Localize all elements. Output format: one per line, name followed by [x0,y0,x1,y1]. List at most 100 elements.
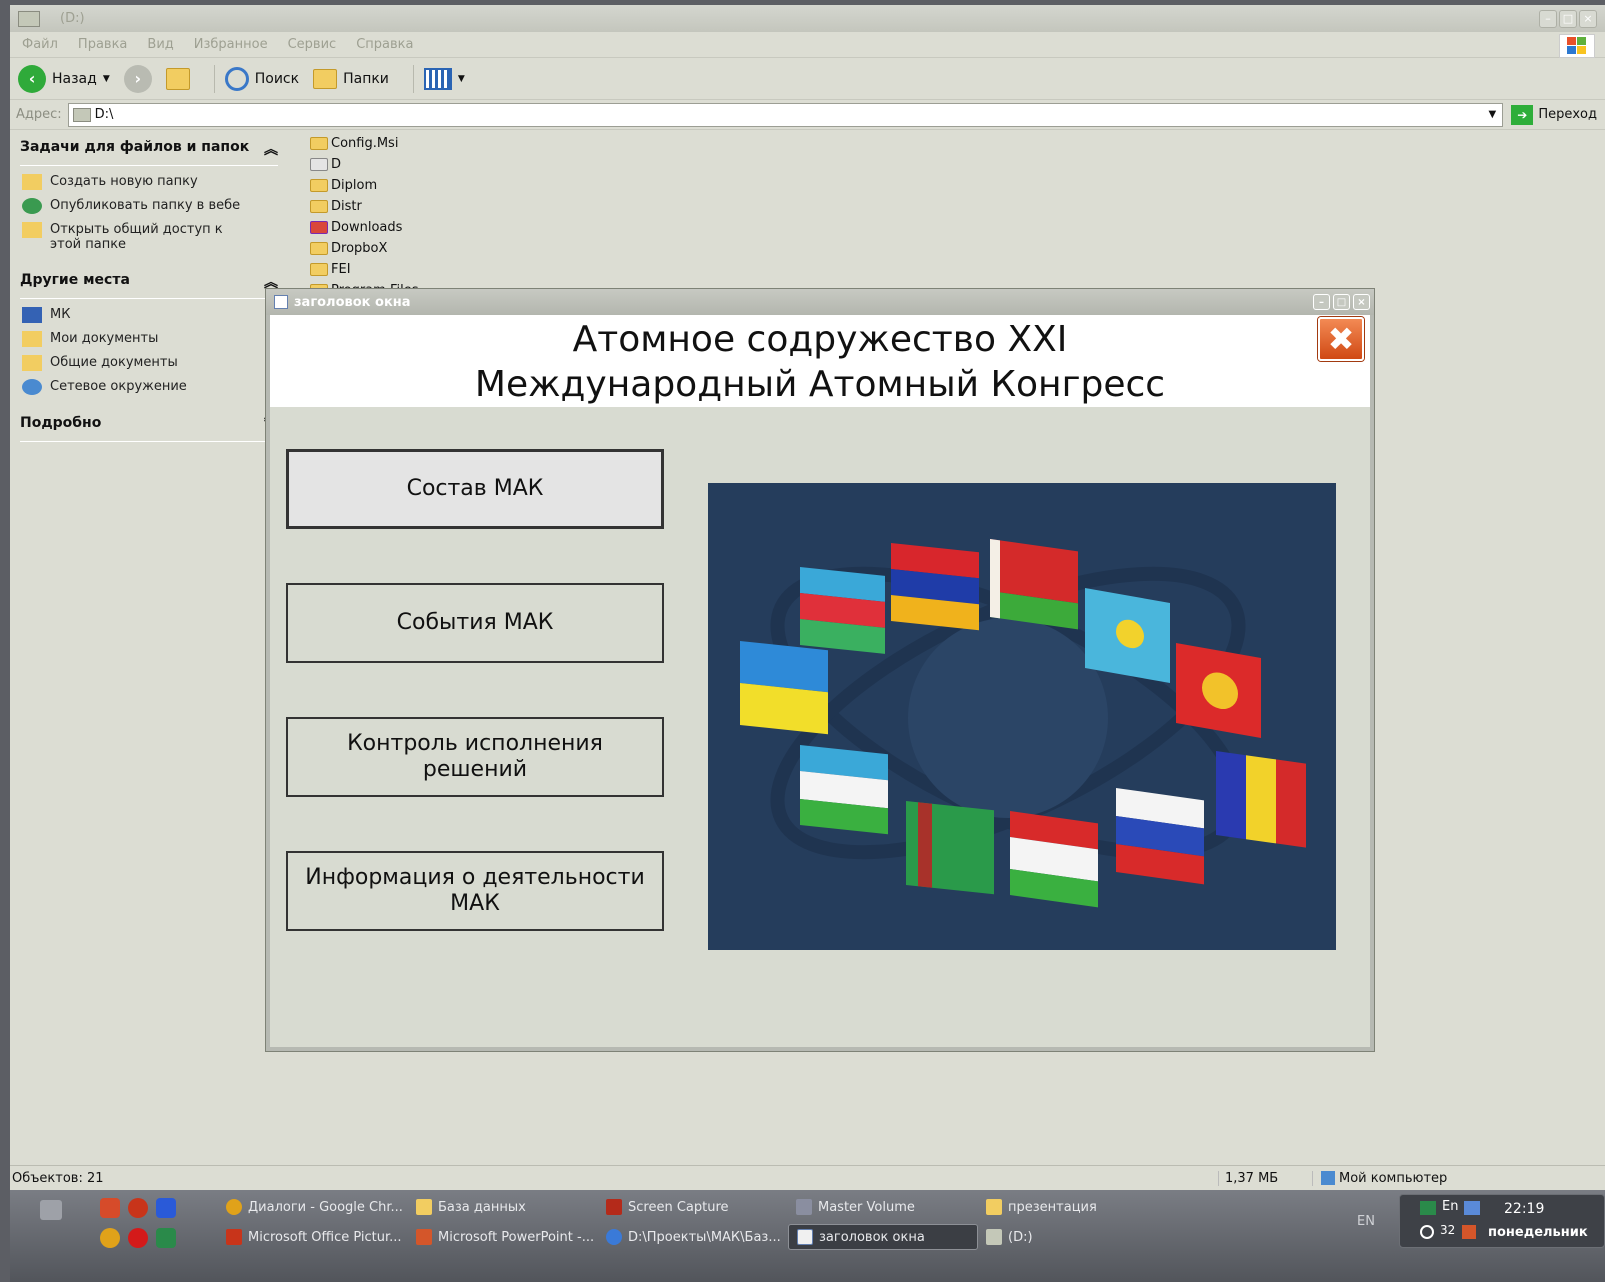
folder-icon [310,137,328,150]
list-item[interactable]: Downloads [310,217,610,238]
taskbar-button-database-folder[interactable]: База данных [408,1194,598,1220]
menu-favorites[interactable]: Избранное [194,37,268,52]
system-tray: En 32 22:19 понедельник [1399,1194,1605,1248]
events-button[interactable]: События МАК [286,583,664,663]
maximize-icon[interactable]: □ [1333,294,1350,310]
details-header[interactable]: Подробно︾ [20,415,278,442]
language-indicator[interactable]: EN [1357,1214,1375,1229]
chevron-down-icon[interactable]: ▼ [103,74,110,84]
close-icon[interactable]: × [1579,9,1597,28]
place-label: Сетевое окружение [50,379,187,394]
up-folder-button[interactable] [165,67,190,90]
ie-icon [606,1229,622,1245]
tasks-header[interactable]: Задачи для файлов и папок ︽ [20,139,278,166]
members-button[interactable]: Состав МАК [286,449,664,529]
chevron-up-icon[interactable]: ︽ [264,139,278,159]
task-publish-web[interactable]: Опубликовать папку в вебе [22,198,278,214]
list-item[interactable]: Distr [310,196,610,217]
tasks-header-label: Задачи для файлов и папок [20,139,250,155]
opera-icon[interactable] [128,1228,148,1248]
list-item[interactable]: FEI [310,259,610,280]
control-decisions-button[interactable]: Контроль исполнения решений [286,717,664,797]
chrome-icon[interactable] [100,1228,120,1248]
tray-network-icon[interactable] [1464,1201,1480,1215]
back-button[interactable]: ‹ Назад ▼ [18,64,110,93]
desktop-icon[interactable] [156,1228,176,1248]
taskbar-label: (D:) [1008,1229,1033,1245]
close-icon[interactable]: × [1353,294,1370,310]
status-bar: Объектов: 21 1,37 МБ Мой компьютер [10,1165,1605,1190]
quick-launch-tool-icon[interactable] [100,1198,120,1218]
taskbar-button-app-window[interactable]: заголовок окна [788,1224,978,1250]
taskbar-label: D:\Проекты\МАК\Баз... [628,1229,781,1245]
powerpoint-icon [416,1229,432,1245]
views-button[interactable]: ▼ [423,67,465,90]
flag-azerbaijan [800,567,885,654]
header-line-2: Международный Атомный Конгресс [474,364,1166,405]
places-header-label: Другие места [20,272,130,288]
folder-icon [416,1199,432,1215]
flags-image [708,483,1336,950]
place-mk[interactable]: МК [22,307,278,323]
taskbar-button-screen-capture[interactable]: Screen Capture [598,1194,788,1220]
place-my-documents[interactable]: Мои документы [22,331,278,347]
quick-launch [10,1190,218,1282]
documents-icon [22,331,42,347]
menu-help[interactable]: Справка [356,37,413,52]
back-label: Назад [52,70,97,87]
place-shared-documents[interactable]: Общие документы [22,355,278,371]
list-item[interactable]: DropboX [310,238,610,259]
computer-icon [1321,1171,1335,1185]
menu-tools[interactable]: Сервис [288,37,337,52]
folders-button[interactable]: Папки [313,68,389,89]
chevron-down-icon[interactable]: ▼ [458,74,465,84]
folder-icon [310,179,328,192]
tray-clock-icon[interactable] [1420,1225,1434,1239]
tray-lang[interactable]: En [1442,1199,1458,1214]
file-name: Downloads [331,220,403,235]
taskbar-button-drive-d[interactable]: (D:) [978,1224,1168,1250]
file-name: DropboX [331,241,388,256]
go-button[interactable]: ➔ Переход [1511,104,1597,125]
taskbar-button-powerpoint[interactable]: Microsoft PowerPoint -... [408,1224,598,1250]
flag-belarus [990,539,1078,630]
task-new-folder[interactable]: Создать новую папку [22,174,278,190]
maximize-icon[interactable]: □ [1559,9,1577,28]
minimize-icon[interactable]: – [1539,9,1557,28]
list-item[interactable]: Config.Msi [310,133,610,154]
minimize-icon[interactable]: – [1313,294,1330,310]
go-label: Переход [1538,107,1597,122]
tray-monitor-icon[interactable] [1420,1201,1436,1215]
tray-volume-icon[interactable] [1462,1225,1476,1239]
quick-launch-book-icon[interactable] [156,1198,176,1218]
task-share-folder[interactable]: Открыть общий доступ к этой папке [22,222,278,252]
clock-time[interactable]: 22:19 [1504,1201,1544,1217]
back-arrow-icon: ‹ [18,64,46,93]
quick-launch-app-icon[interactable] [128,1198,148,1218]
taskbar-button-master-volume[interactable]: Master Volume [788,1194,978,1220]
taskbar-button-presentation-folder[interactable]: презентация [978,1194,1168,1220]
file-name: FEI [331,262,351,277]
menu-edit[interactable]: Правка [78,37,127,52]
address-input[interactable]: D:\ ▼ [67,102,1504,127]
search-button[interactable]: Поиск [224,66,299,91]
place-network[interactable]: Сетевое окружение [22,379,278,395]
flag-uzbekistan [800,745,888,835]
menu-file[interactable]: Файл [22,37,58,52]
chevron-down-icon[interactable]: ▼ [1482,109,1502,120]
places-header[interactable]: Другие места ︽ [20,272,278,299]
menu-view[interactable]: Вид [147,37,173,52]
start-windows-icon[interactable] [40,1200,62,1220]
folders-label: Папки [343,70,389,87]
forward-button[interactable]: › [123,64,152,93]
drive-icon [986,1229,1002,1245]
taskbar-button-project-path[interactable]: D:\Проекты\МАК\Баз... [598,1224,788,1250]
list-item[interactable]: Diplom [310,175,610,196]
activity-info-button[interactable]: Информация о деятельности МАК [286,851,664,931]
file-name: Distr [331,199,362,214]
address-value: D:\ [94,107,114,122]
taskbar-button-picture-manager[interactable]: Microsoft Office Pictur... [218,1224,408,1250]
taskbar-button-chrome[interactable]: Диалоги - Google Chr... [218,1194,408,1220]
close-app-button[interactable]: ✖ [1318,317,1364,361]
list-item[interactable]: D [310,154,610,175]
